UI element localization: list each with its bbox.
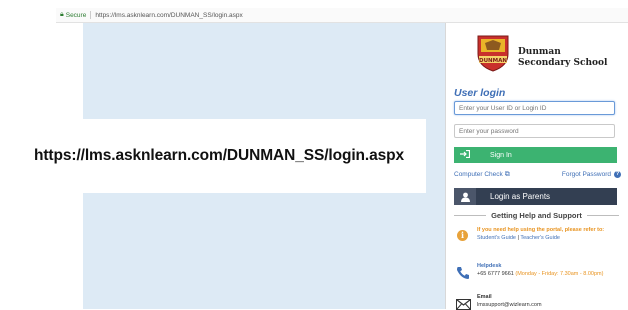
lock-icon: 🔒︎ [60, 11, 64, 18]
envelope-icon [456, 299, 471, 310]
sign-in-button[interactable]: Sign In [454, 147, 617, 163]
school-name: Dunman Secondary School [518, 47, 607, 69]
guide-divider: | [517, 234, 519, 241]
computer-check-link[interactable]: Computer Check ⧉ [454, 171, 510, 179]
user-id-input[interactable] [454, 101, 615, 115]
heading-divider-left [454, 214, 487, 216]
help-section-heading: Getting Help and Support [454, 210, 620, 220]
login-as-parents-label: Login as Parents [490, 192, 551, 201]
help-heading-text: Getting Help and Support [491, 210, 582, 220]
helpdesk-phone: +65 6777 9661 [477, 270, 514, 277]
email-text: Email lmssupport@wizlearn.com [477, 294, 620, 309]
helpdesk-label: Helpdesk [477, 263, 502, 269]
secure-label: Secure [65, 11, 87, 19]
question-icon[interactable]: ? [614, 171, 621, 178]
school-crest-icon: DUNMAN [477, 35, 509, 72]
address-divider [90, 11, 92, 19]
helpdesk-hours: (Monday - Friday: 7.30am - 8.00pm) [515, 270, 604, 277]
email-label: Email [477, 294, 492, 300]
email-address[interactable]: lmssupport@wizlearn.com [477, 302, 620, 310]
teachers-guide-link[interactable]: Teacher's Guide [520, 235, 560, 241]
computer-check-label: Computer Check [454, 171, 503, 178]
helpdesk-text: Helpdesk +65 6777 9661 (Monday - Friday:… [477, 263, 620, 278]
students-guide-link[interactable]: Student's Guide [477, 235, 516, 241]
guide-help-text: If you need help using the portal, pleas… [477, 227, 620, 242]
info-icon: i [457, 230, 468, 241]
external-link-icon: ⧉ [504, 171, 510, 178]
school-name-line1: Dunman [518, 47, 561, 57]
login-as-parents-button[interactable]: Login as Parents [454, 188, 617, 205]
sign-in-icon [454, 149, 476, 160]
user-login-heading: User login [454, 87, 506, 99]
address-url[interactable]: https://lms.asknlearn.com/DUNMAN_SS/logi… [95, 12, 242, 19]
user-icon [454, 188, 476, 205]
help-intro: If you need help using the portal, pleas… [477, 227, 605, 233]
browser-address-bar[interactable]: 🔒︎ Secure https://lms.asknlearn.com/DUNM… [56, 8, 628, 23]
url-caption: https://lms.asknlearn.com/DUNMAN_SS/logi… [34, 147, 405, 164]
forgot-password-link[interactable]: Forgot Password [562, 171, 611, 178]
sign-in-label: Sign In [490, 151, 512, 159]
login-panel: DUNMAN Dunman Secondary School User logi… [445, 23, 627, 310]
login-links-row: Computer Check ⧉ Forgot Password ? [454, 171, 621, 181]
phone-icon [457, 267, 469, 279]
heading-divider-right [586, 214, 620, 216]
school-name-line2: Secondary School [518, 58, 608, 68]
crest-text: DUNMAN [479, 58, 507, 64]
password-input[interactable] [454, 124, 615, 138]
school-logo: DUNMAN Dunman Secondary School [475, 34, 607, 78]
